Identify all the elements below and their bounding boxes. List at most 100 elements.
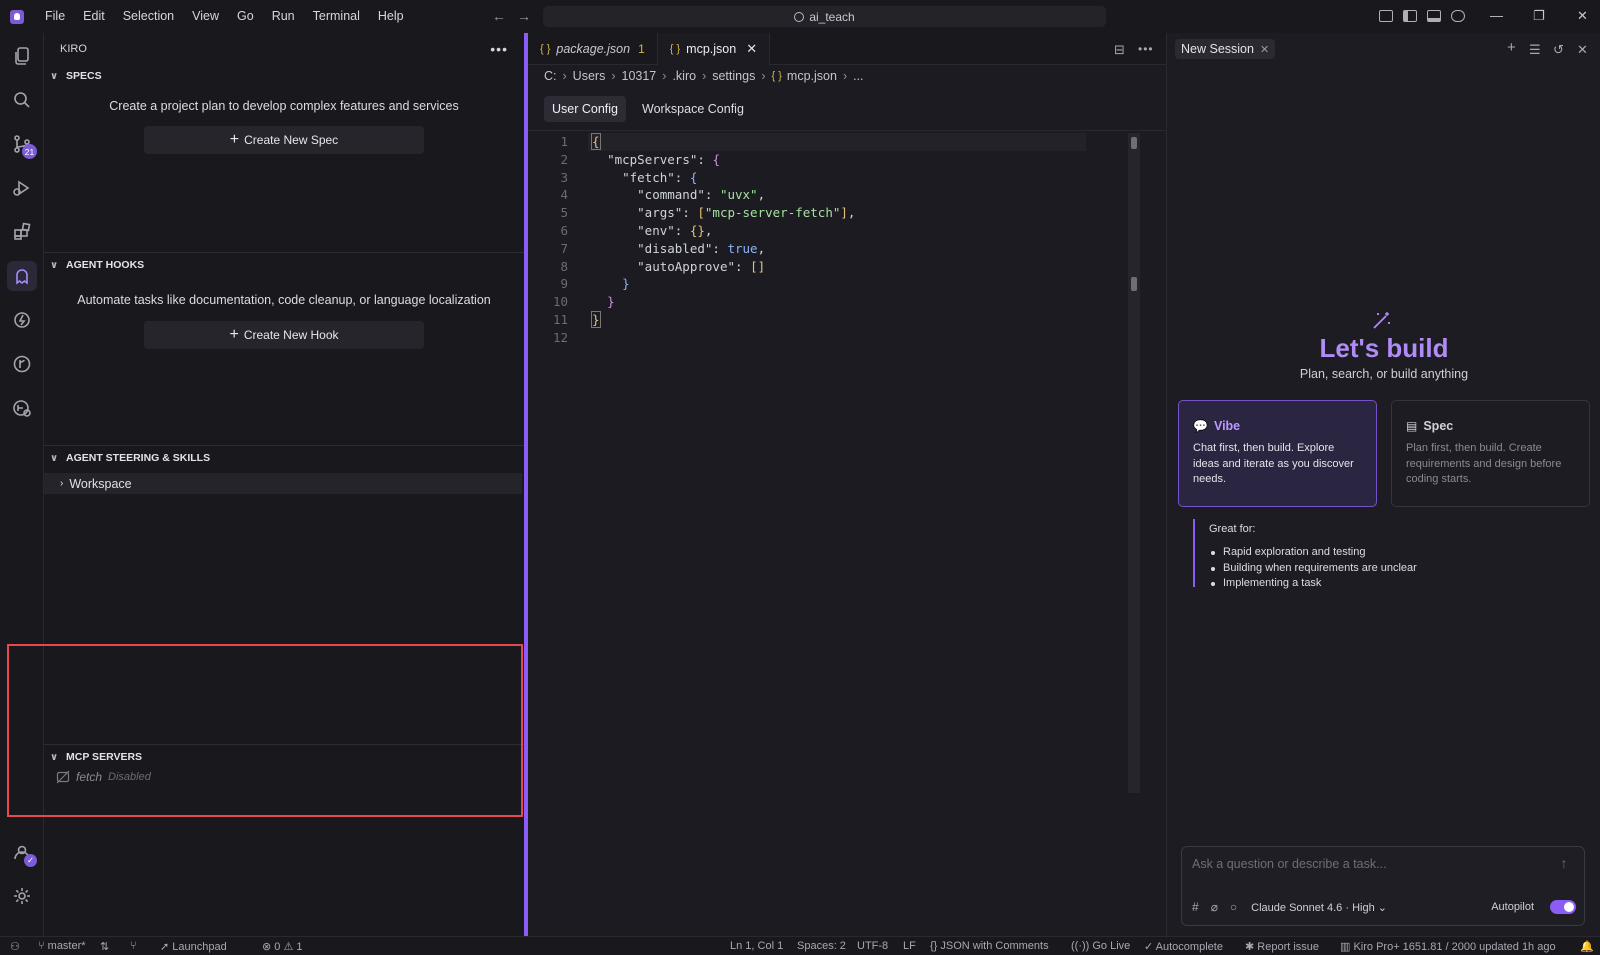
git-graph-status-icon[interactable]: ⑂ (130, 940, 137, 952)
hero-subtitle: Plan, search, or build anything (1299, 367, 1469, 381)
code-editor[interactable]: 1{ 2 "mcpServers": { 3 "fetch": { 4 "com… (528, 133, 1138, 347)
command-center-search[interactable]: ai_teach (543, 6, 1106, 27)
forward-arrow-icon[interactable]: → (517, 8, 531, 24)
menu-go[interactable]: Go (228, 0, 263, 33)
launchpad-status[interactable]: ➚ Launchpad (160, 940, 227, 953)
history-clock-icon[interactable]: ↺ (1553, 42, 1564, 58)
specs-section-header[interactable]: ∨ SPECS (44, 65, 524, 87)
more-actions-icon[interactable]: ••• (490, 41, 508, 57)
chevron-down-icon: ∨ (50, 70, 59, 82)
remote-icon[interactable]: ⚇ (10, 940, 20, 953)
remote-explorer-icon[interactable] (7, 393, 37, 423)
line-number: 10 (552, 294, 568, 310)
close-panel-icon[interactable]: ✕ (1577, 42, 1588, 58)
tab-package-json[interactable]: { } package.json 1 (528, 33, 657, 65)
tab-user-config[interactable]: User Config (544, 95, 626, 122)
report-issue-status[interactable]: ✱ Report issue (1245, 940, 1319, 953)
cursor-position[interactable]: Ln 1, Col 1 (730, 940, 783, 952)
toggle-panel-icon[interactable] (1427, 10, 1441, 22)
git-graph-icon[interactable] (7, 349, 37, 379)
specs-description: Create a project plan to develop complex… (109, 99, 459, 113)
editor-scrollbar[interactable] (1128, 133, 1140, 793)
menu-view[interactable]: View (183, 0, 228, 33)
autocomplete-status[interactable]: ✓ Autocomplete (1144, 940, 1223, 953)
tab-workspace-config[interactable]: Workspace Config (634, 96, 752, 122)
menu-terminal[interactable]: Terminal (304, 0, 369, 33)
indentation-status[interactable]: Spaces: 2 (797, 940, 846, 952)
session-tab-label: New Session (1181, 42, 1254, 56)
encoding-status[interactable]: UTF-8 (857, 940, 888, 952)
chat-input[interactable] (1192, 857, 1532, 871)
toggle-sidebar-icon[interactable] (1403, 10, 1417, 22)
agent-steering-section-header[interactable]: ∨ AGENT STEERING & SKILLS (44, 447, 524, 469)
restore-icon[interactable]: ❐ (1533, 8, 1545, 24)
notifications-bell-icon[interactable]: 🔔 (1580, 940, 1594, 953)
attach-paperclip-icon[interactable]: ⌀ (1211, 900, 1218, 914)
menu-selection[interactable]: Selection (114, 0, 183, 33)
breadcrumb-item[interactable]: settings (712, 69, 755, 83)
run-debug-icon[interactable] (7, 173, 37, 203)
toggle-chat-icon[interactable] (1451, 10, 1465, 22)
list-item: Building when requirements are unclear (1209, 561, 1417, 577)
breadcrumb-item[interactable]: 10317 (622, 69, 657, 83)
steering-header-label: AGENT STEERING & SKILLS (66, 452, 211, 464)
layout-customize-icon[interactable] (1379, 10, 1393, 22)
branch-label: master* (47, 940, 86, 952)
workspace-tree-item[interactable]: › Workspace (44, 473, 522, 494)
close-tab-icon[interactable]: ✕ (746, 41, 757, 57)
settings-gear-icon[interactable] (7, 881, 37, 911)
more-actions-icon[interactable]: ••• (1138, 42, 1154, 56)
close-window-icon[interactable]: ✕ (1577, 8, 1588, 24)
breadcrumb-item[interactable]: mcp.json (787, 69, 837, 83)
eol-status[interactable]: LF (903, 940, 916, 952)
branch-status[interactable]: ⑂ master* (38, 940, 86, 952)
kiro-ghost-icon[interactable] (7, 261, 37, 291)
divider (44, 445, 524, 446)
problems-status[interactable]: ⊗ 0 ⚠ 1 (262, 940, 303, 953)
close-session-icon[interactable]: ✕ (1260, 43, 1269, 56)
agent-hooks-icon[interactable] (7, 305, 37, 335)
agent-hooks-section-header[interactable]: ∨ AGENT HOOKS (44, 254, 524, 276)
language-mode[interactable]: {} JSON with Comments (930, 940, 1049, 952)
line-number: 12 (552, 329, 568, 345)
new-session-plus-icon[interactable]: + (1507, 39, 1516, 56)
menu-edit[interactable]: Edit (74, 0, 114, 33)
breadcrumb-item[interactable]: ... (853, 69, 863, 83)
minimize-icon[interactable]: — (1490, 8, 1503, 23)
menu-help[interactable]: Help (369, 0, 413, 33)
spec-mode-card[interactable]: ▤ Spec Plan first, then build. Create re… (1391, 400, 1590, 507)
chevron-down-icon: ⌄ (1377, 901, 1387, 914)
scrollbar-thumb[interactable] (1131, 277, 1137, 291)
go-live-status[interactable]: ((·)) Go Live (1071, 940, 1130, 952)
explorer-icon[interactable] (7, 41, 37, 71)
account-icon[interactable]: ✓ (7, 837, 37, 867)
sync-cloud-icon[interactable]: ⇅ (100, 940, 109, 953)
status-bar: ⚇ ⑂ master* ⇅ ⑂ ➚ Launchpad ⊗ 0 ⚠ 1 Ln 1… (0, 936, 1600, 955)
send-arrow-icon[interactable]: ↑ (1552, 855, 1576, 877)
breadcrumb-item[interactable]: Users (573, 69, 606, 83)
model-selector[interactable]: Claude Sonnet 4.6 · High ⌄ (1251, 901, 1387, 914)
context-hash-icon[interactable]: # (1192, 900, 1199, 914)
vibe-mode-card[interactable]: 💬 Vibe Chat first, then build. Explore i… (1178, 400, 1377, 507)
create-new-hook-button[interactable]: + Create New Hook (144, 321, 424, 349)
line-number: 1 (560, 134, 568, 149)
sidebar-header: KIRO ••• (44, 33, 524, 65)
great-for-title: Great for: (1209, 523, 1256, 535)
breadcrumb-item[interactable]: C: (544, 69, 557, 83)
breadcrumb-item[interactable]: .kiro (672, 69, 696, 83)
menu-file[interactable]: File (36, 0, 74, 33)
session-history-list-icon[interactable]: ☰ (1529, 42, 1541, 58)
split-editor-icon[interactable]: ⊟ (1114, 42, 1125, 58)
source-control-icon[interactable]: 21 (7, 129, 37, 159)
create-new-spec-button[interactable]: + Create New Spec (144, 126, 424, 154)
back-arrow-icon[interactable]: ← (492, 8, 506, 24)
menu-bar: File Edit Selection View Go Run Terminal… (36, 0, 413, 33)
session-tab[interactable]: New Session ✕ (1175, 39, 1276, 59)
extensions-icon[interactable] (7, 217, 37, 247)
autopilot-toggle[interactable] (1550, 900, 1576, 914)
search-icon[interactable] (7, 85, 37, 115)
tab-mcp-json[interactable]: { } mcp.json ✕ (656, 33, 771, 65)
plan-usage-status[interactable]: ▥ Kiro Pro+ 1651.81 / 2000 updated 1h ag… (1340, 940, 1556, 953)
chat-header: New Session ✕ + ☰ ↺ ✕ (1167, 33, 1600, 65)
menu-run[interactable]: Run (263, 0, 304, 33)
